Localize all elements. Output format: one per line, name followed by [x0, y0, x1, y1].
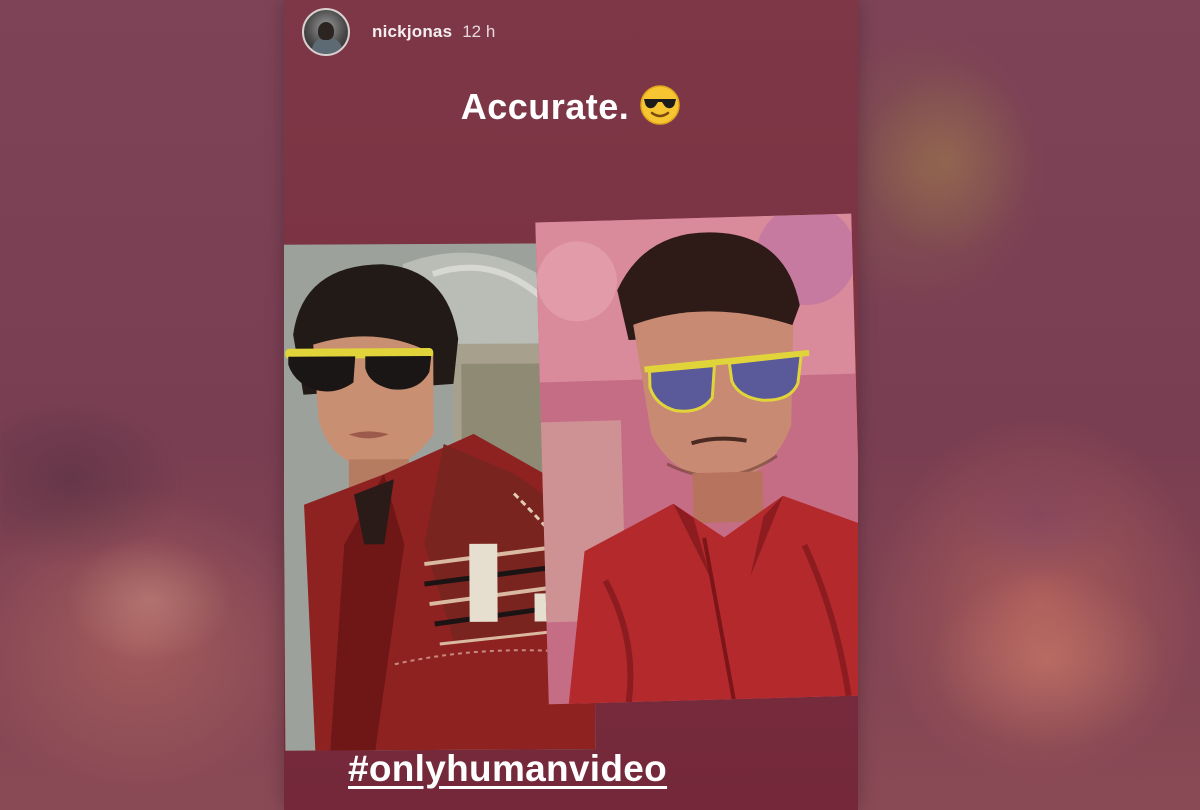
blurred-background-right [858, 0, 1200, 810]
timestamp: 12 h [462, 22, 496, 41]
instagram-story[interactable]: nickjonas 12 h Accurate. #onlyhumanvideo [284, 0, 858, 810]
caption-text: Accurate. [460, 86, 630, 127]
story-header: nickjonas 12 h [302, 8, 495, 56]
avatar[interactable] [302, 8, 350, 56]
screenshot-stage: nickjonas 12 h Accurate. #onlyhumanvideo [0, 0, 1200, 810]
story-photo-right [535, 213, 858, 705]
smiling-face-with-sunglasses-icon [639, 84, 681, 126]
story-caption: Accurate. [284, 84, 858, 130]
hashtag-link[interactable]: #onlyhumanvideo [348, 748, 667, 790]
username[interactable]: nickjonas [372, 22, 452, 42]
blurred-background-left [0, 0, 284, 810]
